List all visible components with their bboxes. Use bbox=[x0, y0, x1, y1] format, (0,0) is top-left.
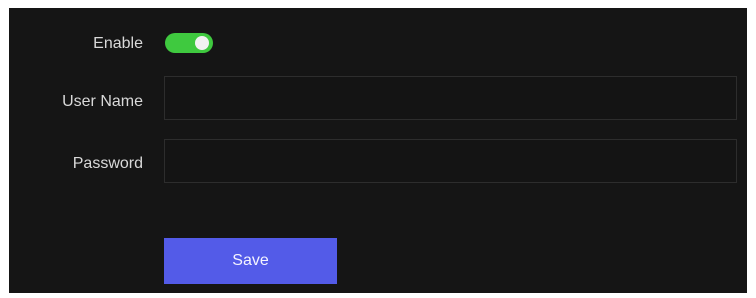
save-button[interactable]: Save bbox=[164, 238, 337, 284]
password-label: Password bbox=[72, 155, 143, 172]
user-name-label: User Name bbox=[62, 93, 143, 110]
password-input[interactable] bbox=[164, 139, 737, 183]
toggle-knob bbox=[195, 36, 209, 50]
settings-panel: Enable User Name Password Save bbox=[9, 8, 747, 293]
enable-toggle[interactable] bbox=[165, 33, 213, 53]
enable-label: Enable bbox=[93, 35, 143, 52]
user-name-input[interactable] bbox=[164, 76, 737, 120]
